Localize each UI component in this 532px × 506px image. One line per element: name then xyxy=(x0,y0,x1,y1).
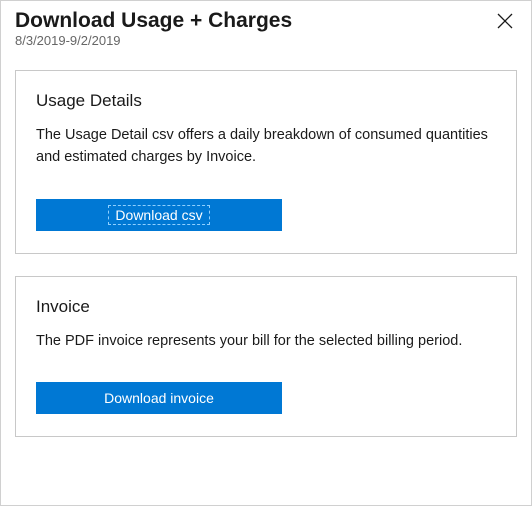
download-csv-button[interactable]: Download csv xyxy=(36,199,282,231)
title-block: Download Usage + Charges 8/3/2019-9/2/20… xyxy=(15,9,292,48)
panel-date-range: 8/3/2019-9/2/2019 xyxy=(15,33,292,48)
close-icon[interactable] xyxy=(493,9,517,35)
download-csv-label: Download csv xyxy=(108,205,209,225)
download-invoice-label: Download invoice xyxy=(104,390,214,406)
invoice-card: Invoice The PDF invoice represents your … xyxy=(15,276,517,438)
panel-header: Download Usage + Charges 8/3/2019-9/2/20… xyxy=(15,9,517,48)
invoice-description: The PDF invoice represents your bill for… xyxy=(36,331,496,353)
usage-title: Usage Details xyxy=(36,91,496,111)
download-invoice-button[interactable]: Download invoice xyxy=(36,382,282,414)
usage-description: The Usage Detail csv offers a daily brea… xyxy=(36,125,496,169)
usage-details-card: Usage Details The Usage Detail csv offer… xyxy=(15,70,517,254)
panel-title: Download Usage + Charges xyxy=(15,9,292,33)
invoice-title: Invoice xyxy=(36,297,496,317)
